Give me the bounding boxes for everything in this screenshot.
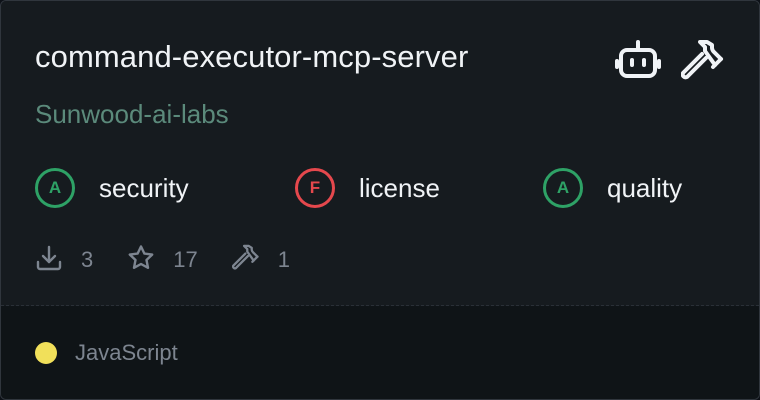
robot-icon: [615, 39, 661, 83]
card-main: command-executor-mcp-server Sunwood-ai-l…: [1, 1, 759, 305]
stat-stars: 17: [127, 244, 198, 277]
tools-count: 1: [277, 247, 290, 272]
grade-label: license: [359, 172, 440, 203]
downloads-count: 3: [81, 247, 94, 272]
grade-label: quality: [607, 172, 683, 203]
stars-count: 17: [173, 247, 198, 272]
language-indicator: JavaScript: [35, 340, 178, 366]
repo-owner[interactable]: Sunwood-ai-labs: [35, 99, 229, 130]
card-footer: JavaScript: [1, 306, 759, 399]
server-card[interactable]: command-executor-mcp-server Sunwood-ai-l…: [0, 0, 760, 400]
repo-title[interactable]: command-executor-mcp-server: [35, 39, 468, 75]
stat-downloads: 3: [35, 244, 93, 277]
grade-badge: F: [295, 168, 335, 208]
language-name: JavaScript: [75, 340, 178, 365]
grade-quality[interactable]: A quality: [543, 165, 682, 211]
hammer-icon: [681, 39, 725, 83]
grade-badge: A: [35, 168, 75, 208]
star-icon: [127, 244, 155, 277]
grade-row: A security F license A quality: [35, 165, 725, 211]
stat-tools: 1: [231, 244, 290, 277]
stats-row: 3 17 1: [35, 244, 324, 277]
download-icon: [35, 244, 63, 277]
language-color-dot: [35, 342, 57, 364]
grade-security[interactable]: A security: [35, 165, 189, 211]
grade-license[interactable]: F license: [295, 165, 440, 211]
header-icons: [615, 39, 725, 83]
hammer-icon: [231, 244, 260, 277]
grade-label: security: [99, 172, 189, 203]
grade-badge: A: [543, 168, 583, 208]
